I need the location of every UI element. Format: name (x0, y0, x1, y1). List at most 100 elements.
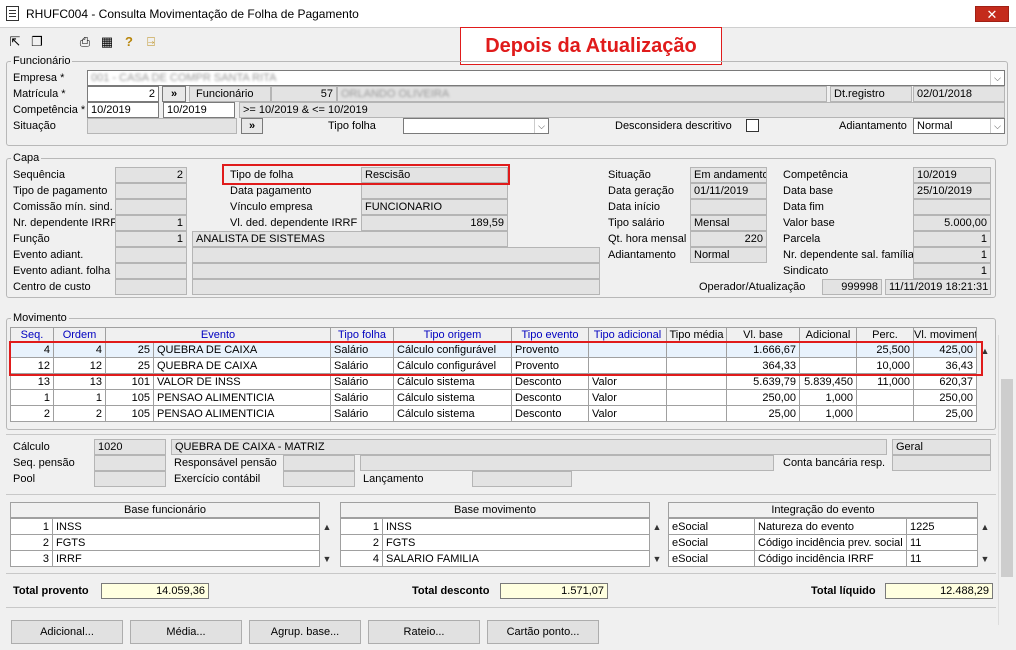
rateio-button[interactable]: Rateio... (368, 620, 480, 644)
capa-adiantamento-label: Adiantamento (608, 249, 676, 261)
matricula-input[interactable]: 2 (87, 86, 159, 102)
centro-custo-code (115, 279, 187, 295)
col-seq[interactable]: Seq. (10, 327, 54, 342)
window-scrollbar[interactable] (998, 335, 1014, 625)
scroll-up-icon[interactable]: ▲ (320, 520, 334, 534)
dtregistro-value: 02/01/2018 (913, 86, 1005, 102)
table-cell: 1 (10, 389, 54, 406)
table-cell: QUEBRA DE CAIXA (153, 341, 331, 358)
comissao-value (115, 199, 187, 215)
table-row[interactable]: 4 4 25 QUEBRA DE CAIXA Salário Cálculo config… (10, 341, 977, 358)
col-vl-base[interactable]: Vl. base (726, 327, 800, 342)
nr-dependente-value: 1 (115, 215, 187, 231)
nr-dep-familia-value: 1 (913, 247, 991, 263)
export-icon[interactable]: ⇱ (6, 33, 24, 51)
competencia-fim-input[interactable]: 10/2019 (163, 102, 235, 118)
evento-adiant-desc (192, 247, 600, 263)
table-row[interactable]: 2 2 105 PENSAO ALIMENTICIA Salário Cálculo si… (10, 405, 977, 422)
table-cell: INSS (382, 518, 650, 535)
chevron-down-icon[interactable]: ⌵ (990, 71, 1004, 85)
grid-icon[interactable]: ▦ (98, 33, 116, 51)
table-cell: 12 (10, 357, 54, 374)
empresa-select[interactable]: 001 - CASA DE COMPR SANTA RITA ⌵ (87, 70, 1005, 86)
chevron-down-icon[interactable]: ⌵ (990, 119, 1004, 133)
col-perc[interactable]: Perc. (856, 327, 914, 342)
window-scrollbar-thumb[interactable] (1001, 379, 1013, 577)
desconsidera-checkbox[interactable] (746, 119, 759, 132)
scroll-up-icon[interactable]: ▲ (978, 520, 992, 534)
table-cell: Cálculo configurável (393, 357, 512, 374)
capa-group-title: Capa (11, 152, 42, 164)
col-tipo-media[interactable]: Tipo média (666, 327, 727, 342)
qt-hora-label: Qt. hora mensal (608, 233, 687, 245)
copy-icon[interactable]: ❐ (28, 33, 46, 51)
table-row[interactable]: 3 IRRF (10, 550, 320, 567)
table-row[interactable]: 1 INSS (340, 518, 650, 535)
table-row[interactable]: eSocial Código incidência prev. social 11 (668, 534, 978, 551)
table-row[interactable]: 12 12 25 QUEBRA DE CAIXA Salário Cálculo conf… (10, 357, 977, 374)
situacao-more-button[interactable]: » (241, 118, 263, 134)
table-row[interactable]: eSocial Natureza do evento 1225 (668, 518, 978, 535)
close-button[interactable]: ✕ (975, 6, 1009, 22)
col-evento[interactable]: Evento (105, 327, 331, 342)
table-row[interactable]: 1 INSS (10, 518, 320, 535)
funcao-number: 1 (115, 231, 187, 247)
competencia-inicio-input[interactable]: 10/2019 (87, 102, 159, 118)
print-icon[interactable]: ⎙ (76, 33, 94, 51)
col-ordem[interactable]: Ordem (53, 327, 106, 342)
adicional-button[interactable]: Adicional... (11, 620, 123, 644)
scroll-up-icon[interactable]: ▲ (650, 520, 664, 534)
table-cell: 4 (340, 550, 383, 567)
table-cell (799, 357, 857, 374)
table-row[interactable]: 4 SALARIO FAMILIA (340, 550, 650, 567)
exit-door-icon[interactable]: ⍈ (142, 33, 160, 51)
funcao-label: Função (13, 233, 50, 245)
col-vl-movimento[interactable]: Vl. movimento (913, 327, 977, 342)
table-row[interactable]: 13 13 101 VALOR DE INSS Salário Cálculo siste… (10, 373, 977, 390)
table-scroll-up-icon[interactable]: ▲ (978, 344, 992, 358)
funcionario-button[interactable]: Funcionário (189, 86, 271, 102)
data-fim-label: Data fim (783, 201, 824, 213)
cartao-ponto-button[interactable]: Cartão ponto... (487, 620, 599, 644)
col-adicional[interactable]: Adicional (799, 327, 857, 342)
operador-data: 11/11/2019 18:21:31 (885, 279, 991, 295)
scroll-down-icon[interactable]: ▼ (978, 552, 992, 566)
data-pagamento-value (361, 183, 508, 199)
col-tipo-folha[interactable]: Tipo folha (330, 327, 394, 342)
table-row[interactable]: 2 FGTS (340, 534, 650, 551)
table-row[interactable]: 2 FGTS (10, 534, 320, 551)
table-cell: 2 (10, 405, 54, 422)
table-cell: Desconto (511, 373, 589, 390)
matricula-more-button[interactable]: » (162, 86, 186, 102)
adiantamento-select[interactable]: Normal ⌵ (913, 118, 1005, 134)
agrup-base-button[interactable]: Agrup. base... (249, 620, 361, 644)
table-cell: Provento (511, 357, 589, 374)
media-button[interactable]: Média... (130, 620, 242, 644)
parcela-value: 1 (913, 231, 991, 247)
table-cell: Valor (588, 405, 667, 422)
window-icon (6, 6, 19, 21)
tipo-folha-select[interactable]: ⌵ (403, 118, 549, 134)
data-geracao-value: 01/11/2019 (690, 183, 767, 199)
help-icon[interactable]: ? (120, 33, 138, 51)
integracao-header: Integração do evento (668, 502, 978, 518)
scroll-down-icon[interactable]: ▼ (320, 552, 334, 566)
chevron-down-icon[interactable]: ⌵ (534, 119, 548, 133)
situacao-field (87, 118, 237, 134)
table-cell (588, 341, 667, 358)
table-cell: Cálculo sistema (393, 389, 512, 406)
divider (6, 434, 996, 435)
table-row[interactable]: 1 1 105 PENSAO ALIMENTICIA Salário Cálculo si… (10, 389, 977, 406)
base-movimento-table: 1 INSS 2 FGTS 4 SALARIO FAMILIA (340, 518, 650, 567)
table-cell: PENSAO ALIMENTICIA (153, 389, 331, 406)
total-provento-value: 14.059,36 (101, 583, 209, 599)
movimento-table: Seq. Ordem Evento Tipo folha Tipo origem… (10, 327, 977, 422)
col-tipo-evento[interactable]: Tipo evento (511, 327, 589, 342)
divider (6, 573, 996, 574)
scroll-down-icon[interactable]: ▼ (650, 552, 664, 566)
table-cell (666, 357, 727, 374)
col-tipo-adicional[interactable]: Tipo adicional (588, 327, 667, 342)
data-inicio-label: Data início (608, 201, 660, 213)
col-tipo-origem[interactable]: Tipo origem (393, 327, 512, 342)
table-row[interactable]: eSocial Código incidência IRRF 11 (668, 550, 978, 567)
